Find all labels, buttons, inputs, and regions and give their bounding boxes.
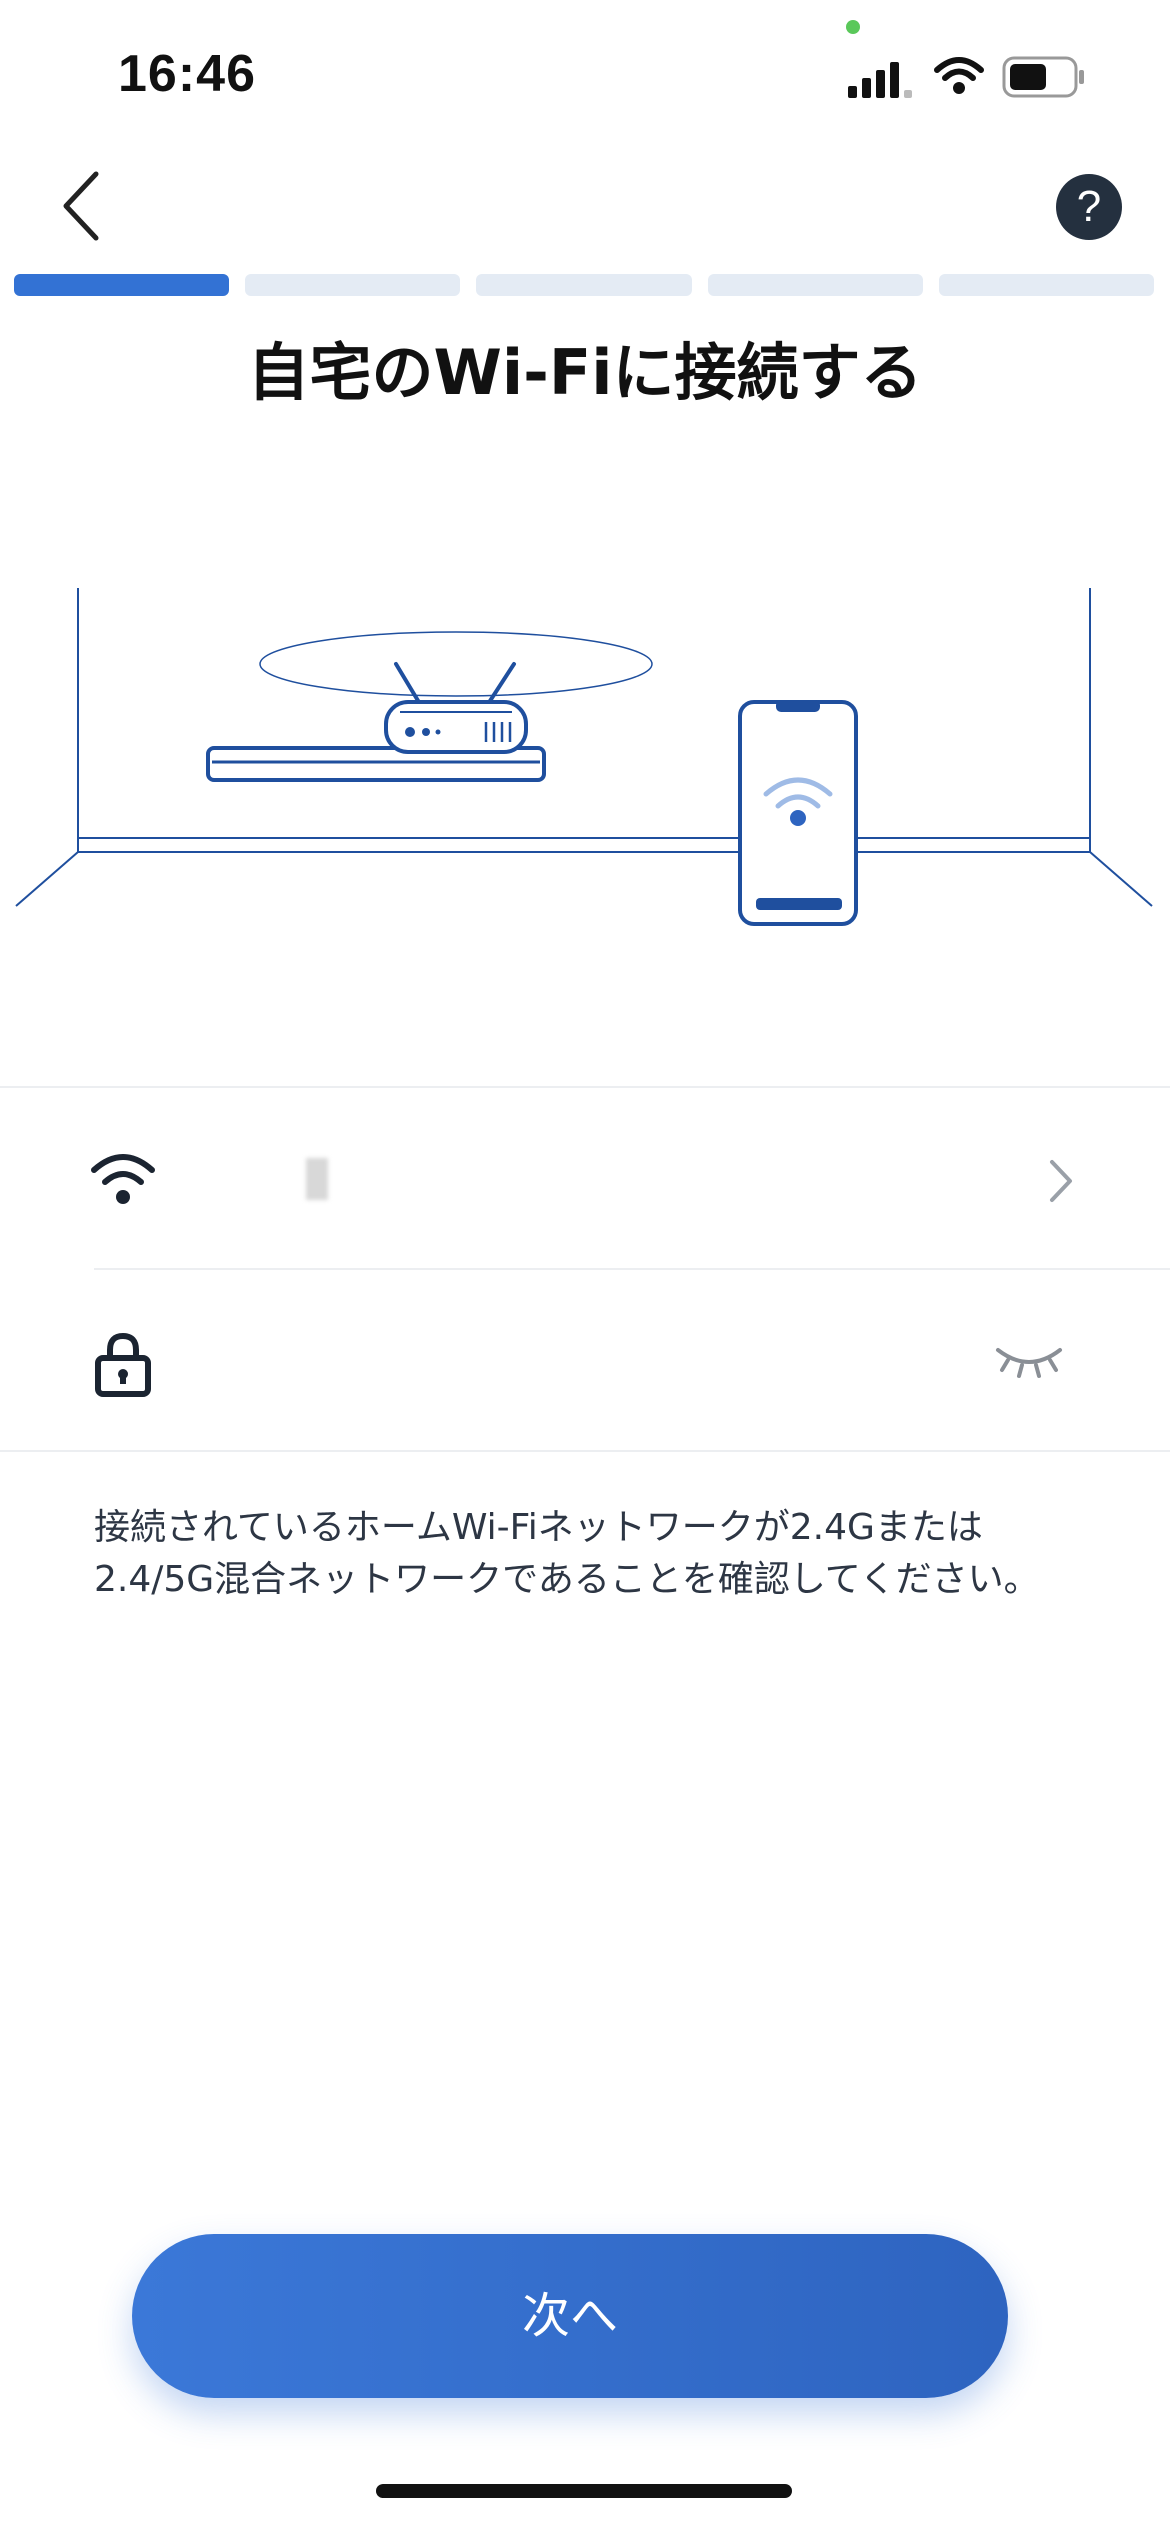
privacy-indicator-dot — [846, 20, 860, 34]
progress-step-1 — [14, 274, 230, 296]
step-progress-bar — [14, 274, 1155, 296]
chevron-right-icon — [1050, 1160, 1072, 1202]
page-title: 自宅のWi-Fiに接続する — [247, 336, 923, 409]
network-name-redacted — [306, 1158, 328, 1200]
divider — [0, 1086, 1170, 1088]
lock-icon — [95, 1332, 151, 1397]
progress-step-2 — [245, 274, 461, 296]
next-button[interactable]: 次へ — [132, 2234, 1008, 2398]
router-icon — [384, 662, 528, 754]
smartphone-icon — [738, 700, 858, 926]
progress-step-4 — [707, 274, 923, 296]
wifi-network-row[interactable] — [0, 1090, 1170, 1266]
progress-step-5 — [938, 274, 1155, 296]
chevron-left-icon — [63, 171, 99, 241]
password-row[interactable] — [0, 1272, 1170, 1448]
network-requirement-note: 接続されているホームWi-Fiネットワークが2.4Gまたは2.4/5G混合ネット… — [94, 1507, 1040, 1600]
help-button[interactable]: ? — [1056, 174, 1122, 240]
wifi-icon — [934, 57, 984, 94]
cellular-signal-icon — [848, 62, 912, 98]
status-time: 16:46 — [118, 45, 256, 103]
password-input[interactable] — [306, 1332, 950, 1394]
battery-icon — [1002, 56, 1084, 98]
home-indicator — [376, 2484, 792, 2498]
divider — [0, 1450, 1170, 1452]
eye-closed-icon[interactable] — [994, 1338, 1064, 1384]
back-button[interactable] — [48, 160, 128, 250]
wifi-icon — [91, 1154, 155, 1204]
progress-step-3 — [476, 274, 692, 296]
router-phone-illustration — [15, 588, 1153, 926]
divider — [94, 1268, 1170, 1270]
